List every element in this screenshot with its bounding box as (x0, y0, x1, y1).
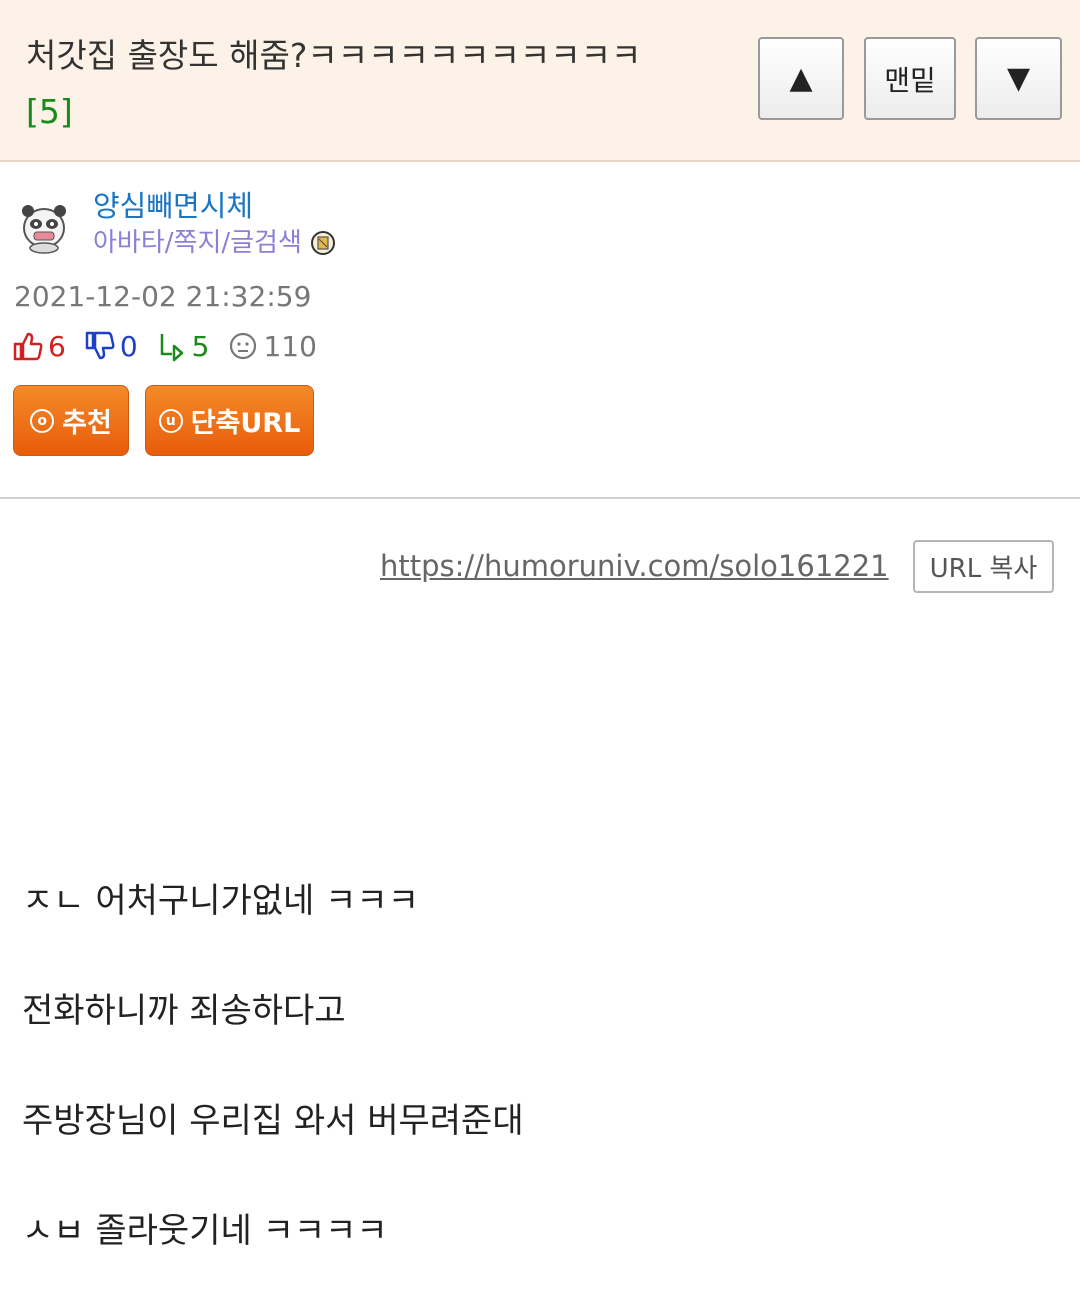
recommend-stat: 6 (12, 330, 66, 363)
post-header: 처갓집 출장도 해줌?ㅋㅋㅋㅋㅋㅋㅋㅋㅋㅋㅋ [5] ▲ 맨밑 ▼ (0, 0, 1080, 162)
view-count: 110 (263, 329, 317, 363)
smiley-icon (230, 332, 257, 360)
comment-count[interactable]: [5] (26, 92, 73, 131)
post-date: 2021-12-02 21:32:59 (14, 280, 312, 313)
recommend-circle-icon: o (30, 408, 55, 433)
thumbs-down-icon (85, 331, 115, 360)
share-count: 5 (191, 329, 210, 363)
scroll-down-button[interactable]: ▼ (975, 37, 1062, 120)
post-body-line: 전화하니까 죄송하다고 (22, 991, 346, 1031)
not-recommend-count: 0 (119, 329, 138, 363)
short-url-button-label: 단축URL (190, 408, 301, 439)
level-badge-icon (310, 231, 335, 255)
recommend-button[interactable]: o 추천 (13, 385, 129, 456)
post-title-text: 처갓집 출장도 해줌?ㅋㅋㅋㅋㅋㅋㅋㅋㅋㅋㅋ (26, 36, 642, 75)
share-arrow-icon (160, 334, 183, 362)
post-body-line: 주방장님이 우리집 와서 버무려준대 (22, 1101, 524, 1141)
scroll-up-button[interactable]: ▲ (758, 37, 844, 120)
view-stat: 110 (227, 329, 317, 363)
not-recommend-stat: 0 (84, 330, 138, 363)
author-links-text[interactable]: 아바타/쪽지/글검색 (93, 224, 302, 262)
author-links: 아바타/쪽지/글검색 (93, 224, 336, 262)
thumbs-up-icon (13, 332, 43, 361)
author-nickname[interactable]: 양심빼면시체 (93, 186, 253, 226)
post-stats: 6 0 5 110 (12, 326, 335, 366)
short-url-button[interactable]: u 단축URL (145, 385, 314, 456)
scroll-bottom-button[interactable]: 맨밑 (864, 37, 956, 120)
post-title: 처갓집 출장도 해줌?ㅋㅋㅋㅋㅋㅋㅋㅋㅋㅋㅋ [5] (26, 28, 726, 140)
post-url-link[interactable]: https://humoruniv.com/solo161221 (380, 546, 889, 586)
recommend-count: 6 (48, 329, 66, 363)
recommend-button-label: 추천 (62, 408, 112, 439)
post-body-line: ㅅㅂ 졸라웃기네 ㅋㅋㅋㅋ (22, 1211, 388, 1251)
short-url-circle-icon: u (158, 408, 183, 433)
section-divider (0, 497, 1080, 499)
share-stat: 5 (156, 329, 210, 363)
post-body-line: ㅈㄴ 어처구니가없네 ㅋㅋㅋ (22, 881, 419, 921)
avatar[interactable] (17, 198, 71, 254)
url-copy-button[interactable]: URL 복사 (913, 540, 1054, 593)
